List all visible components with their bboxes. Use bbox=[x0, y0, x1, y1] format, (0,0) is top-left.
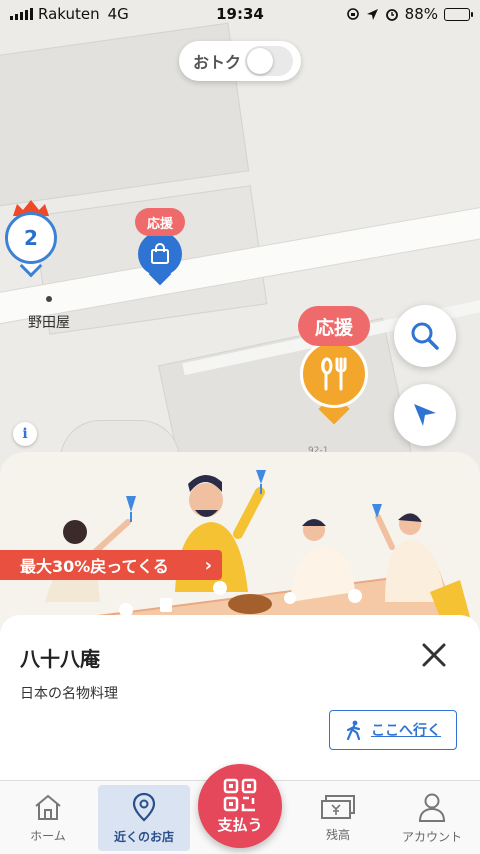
otoku-filter-toggle[interactable]: おトク bbox=[179, 41, 301, 81]
chevron-right-icon: › bbox=[204, 554, 212, 576]
tab-label: ホーム bbox=[30, 828, 66, 843]
close-icon bbox=[422, 643, 446, 667]
pay-label: 支払う bbox=[217, 815, 263, 834]
directions-label: ここへ行く bbox=[371, 723, 441, 739]
cluster-pin[interactable]: 2 bbox=[5, 200, 57, 280]
shop-detail-card[interactable]: 八十八庵 日本の名物料理 ここへ行く bbox=[0, 615, 480, 785]
search-icon bbox=[411, 322, 439, 350]
shop-name: 八十八庵 bbox=[20, 647, 100, 671]
search-button[interactable] bbox=[394, 305, 456, 367]
map-pin-icon bbox=[132, 792, 156, 821]
cash-icon bbox=[321, 794, 355, 819]
tab-nearby-shops[interactable]: 近くのお店 bbox=[98, 785, 190, 851]
battery-icon bbox=[444, 7, 473, 21]
tab-label: 近くのお店 bbox=[113, 829, 174, 844]
tab-account[interactable]: アカウント bbox=[386, 785, 478, 851]
location-arrow-icon bbox=[414, 404, 436, 426]
cashback-promo-banner[interactable]: 最大30%戻ってくる › bbox=[0, 550, 222, 580]
pay-button[interactable]: 支払う bbox=[198, 764, 282, 848]
clock: 19:34 bbox=[216, 5, 264, 23]
support-badge: 応援 bbox=[298, 306, 370, 346]
person-icon bbox=[418, 793, 446, 822]
tab-home[interactable]: ホーム bbox=[2, 785, 94, 851]
otoku-switch[interactable] bbox=[245, 46, 293, 76]
cluster-count: 2 bbox=[5, 212, 57, 264]
tab-label: アカウント bbox=[401, 829, 462, 844]
restaurant-pin[interactable]: 応援 bbox=[296, 306, 372, 432]
tab-balance[interactable]: 残高 bbox=[292, 785, 384, 851]
current-location-button[interactable] bbox=[394, 384, 456, 446]
fork-knife-icon bbox=[321, 357, 347, 391]
otoku-label: おトク bbox=[193, 53, 242, 72]
poi-label[interactable]: 野田屋 bbox=[28, 312, 70, 332]
tab-label: 残高 bbox=[325, 827, 350, 842]
walking-person-icon bbox=[346, 720, 361, 740]
qr-icon bbox=[223, 778, 257, 811]
close-button[interactable] bbox=[420, 641, 448, 669]
map-info-button[interactable]: i bbox=[13, 422, 37, 446]
support-badge: 応援 bbox=[135, 208, 185, 236]
status-bar: Rakuten 4G 19:34 88% bbox=[0, 0, 480, 28]
shop-category: 日本の名物料理 bbox=[20, 686, 118, 702]
directions-button[interactable]: ここへ行く bbox=[329, 710, 457, 750]
shopping-bag-icon bbox=[151, 243, 169, 264]
home-icon bbox=[35, 794, 61, 820]
poi-dot bbox=[46, 296, 52, 302]
shopping-pin[interactable]: 応援 bbox=[135, 208, 185, 288]
promo-text: 最大30%戻ってくる bbox=[20, 557, 169, 576]
